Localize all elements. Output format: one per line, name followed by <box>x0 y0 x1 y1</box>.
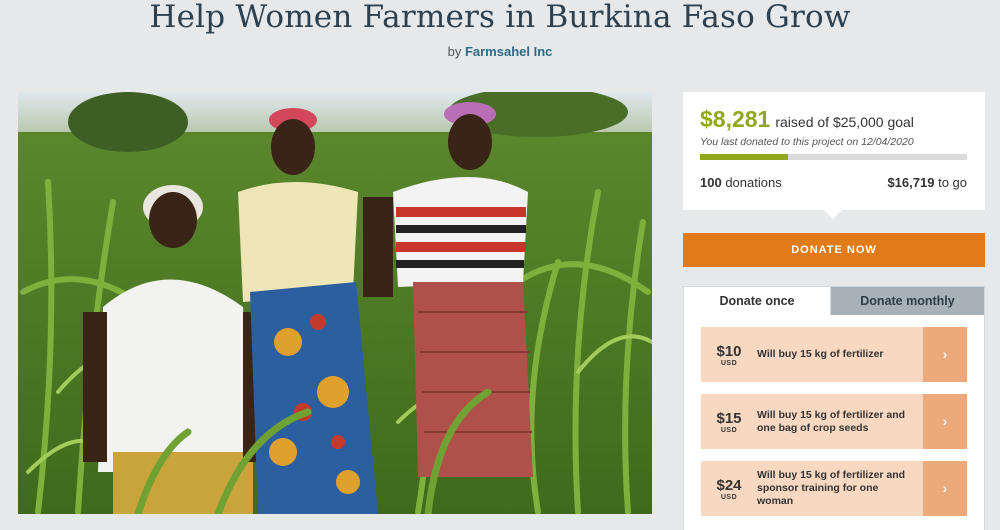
option-amount-value: $10 <box>716 342 742 360</box>
donate-now-button[interactable]: DONATE NOW <box>683 233 985 267</box>
option-amount-value: $15 <box>716 409 742 427</box>
option-amount: $24 USD <box>701 477 757 501</box>
progress-bar <box>700 154 967 160</box>
donations-count-stat: 100 donations <box>700 175 782 190</box>
remaining-stat: $16,719 to go <box>887 175 967 190</box>
donations-label: donations <box>725 175 782 190</box>
option-amount: $15 USD <box>701 410 757 434</box>
page-title: Help Women Farmers in Burkina Faso Grow <box>149 0 851 35</box>
tab-donate-once[interactable]: Donate once <box>684 287 831 315</box>
donations-count: 100 <box>700 175 722 190</box>
option-currency: USD <box>720 493 738 501</box>
donation-option-15[interactable]: $15 USD Will buy 15 kg of fertilizer and… <box>701 394 967 449</box>
option-currency: USD <box>720 359 738 367</box>
donation-frequency-tabs: Donate once Donate monthly <box>684 287 984 315</box>
option-description: Will buy 15 kg of fertilizer <box>757 348 884 360</box>
option-amount: $10 USD <box>701 343 757 367</box>
chevron-right-icon[interactable]: › <box>923 394 967 449</box>
raised-amount: $8,281 <box>700 106 771 132</box>
donation-options-panel: Donate once Donate monthly $10 USD Will … <box>683 286 985 530</box>
option-amount-value: $24 <box>716 476 742 494</box>
progress-bar-fill <box>700 154 789 160</box>
option-description: Will buy 15 kg of fertilizer and one bag… <box>757 408 906 434</box>
option-currency: USD <box>720 426 738 434</box>
funding-progress-card: $8,281 raised of $25,000 goal You last d… <box>683 92 985 219</box>
organization-link[interactable]: Farmsahel Inc <box>465 44 552 59</box>
option-description: Will buy 15 kg of fertilizer and sponsor… <box>757 469 906 507</box>
project-photo <box>18 92 652 514</box>
tab-donate-monthly[interactable]: Donate monthly <box>831 287 984 315</box>
remaining-label: to go <box>938 175 967 190</box>
raised-goal-text: raised of $25,000 goal <box>775 114 914 130</box>
last-donated-note: You last donated to this project on 12/0… <box>700 136 914 148</box>
byline-prefix: by <box>447 44 462 59</box>
chevron-right-icon[interactable]: › <box>923 327 967 382</box>
remaining-amount: $16,719 <box>887 175 935 190</box>
byline: by Farmsahel Inc <box>0 44 1000 59</box>
chevron-right-icon[interactable]: › <box>923 461 967 516</box>
donation-stats: 100 donations $16,719 to go <box>700 175 967 190</box>
donation-option-10[interactable]: $10 USD Will buy 15 kg of fertilizer › <box>701 327 967 382</box>
donation-option-24[interactable]: $24 USD Will buy 15 kg of fertilizer and… <box>701 461 967 516</box>
